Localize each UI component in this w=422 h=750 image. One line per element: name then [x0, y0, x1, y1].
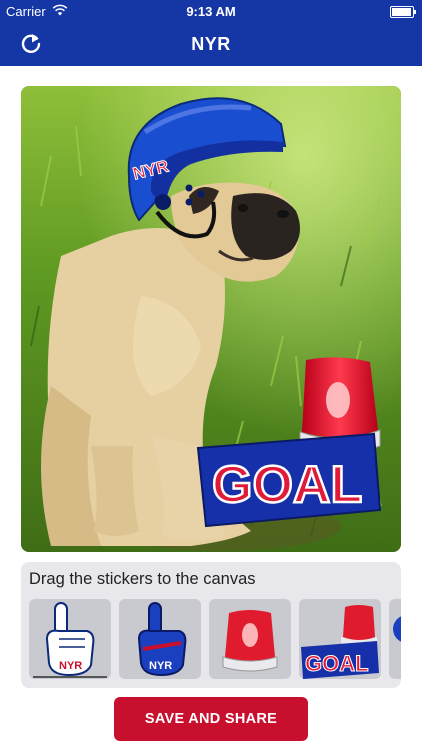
goal-siren-icon [222, 610, 278, 672]
goal-text: GOAL [212, 456, 362, 514]
tray-goal-text: GOAL [305, 651, 369, 676]
goal-banner-icon: GOAL [301, 605, 379, 679]
goal-light-sticker[interactable]: GOAL [196, 348, 386, 528]
tray-item-goal-siren-banner[interactable]: GOAL [299, 599, 381, 679]
tray-item-foam-finger-blue[interactable]: NYR [119, 599, 201, 679]
battery-icon [390, 6, 416, 18]
foam-finger-blue-icon: NYR [137, 602, 187, 677]
nav-bar: NYR [0, 22, 422, 66]
sticker-tray: Drag the stickers to the canvas NYR NYR [21, 562, 401, 688]
hockey-helmet-sticker[interactable]: NYR [121, 92, 291, 257]
tray-label: Drag the stickers to the canvas [29, 570, 256, 588]
tray-finger-white-text: NYR [59, 660, 82, 672]
tray-item-partial[interactable] [389, 599, 401, 679]
next-sticker-icon [393, 616, 401, 642]
status-bar: Carrier 9:13 AM [0, 0, 422, 22]
photo-canvas[interactable]: NYR GOAL [21, 86, 401, 552]
tray-finger-blue-text: NYR [149, 660, 172, 672]
tray-item-foam-finger-white[interactable]: NYR [29, 599, 111, 679]
save-and-share-button[interactable]: SAVE AND SHARE [114, 697, 308, 741]
page-title: NYR [191, 34, 231, 54]
tray-item-goal-siren[interactable] [209, 599, 291, 679]
foam-finger-white-icon: NYR [33, 602, 107, 678]
status-time: 9:13 AM [186, 4, 236, 19]
battery-level [392, 8, 411, 16]
